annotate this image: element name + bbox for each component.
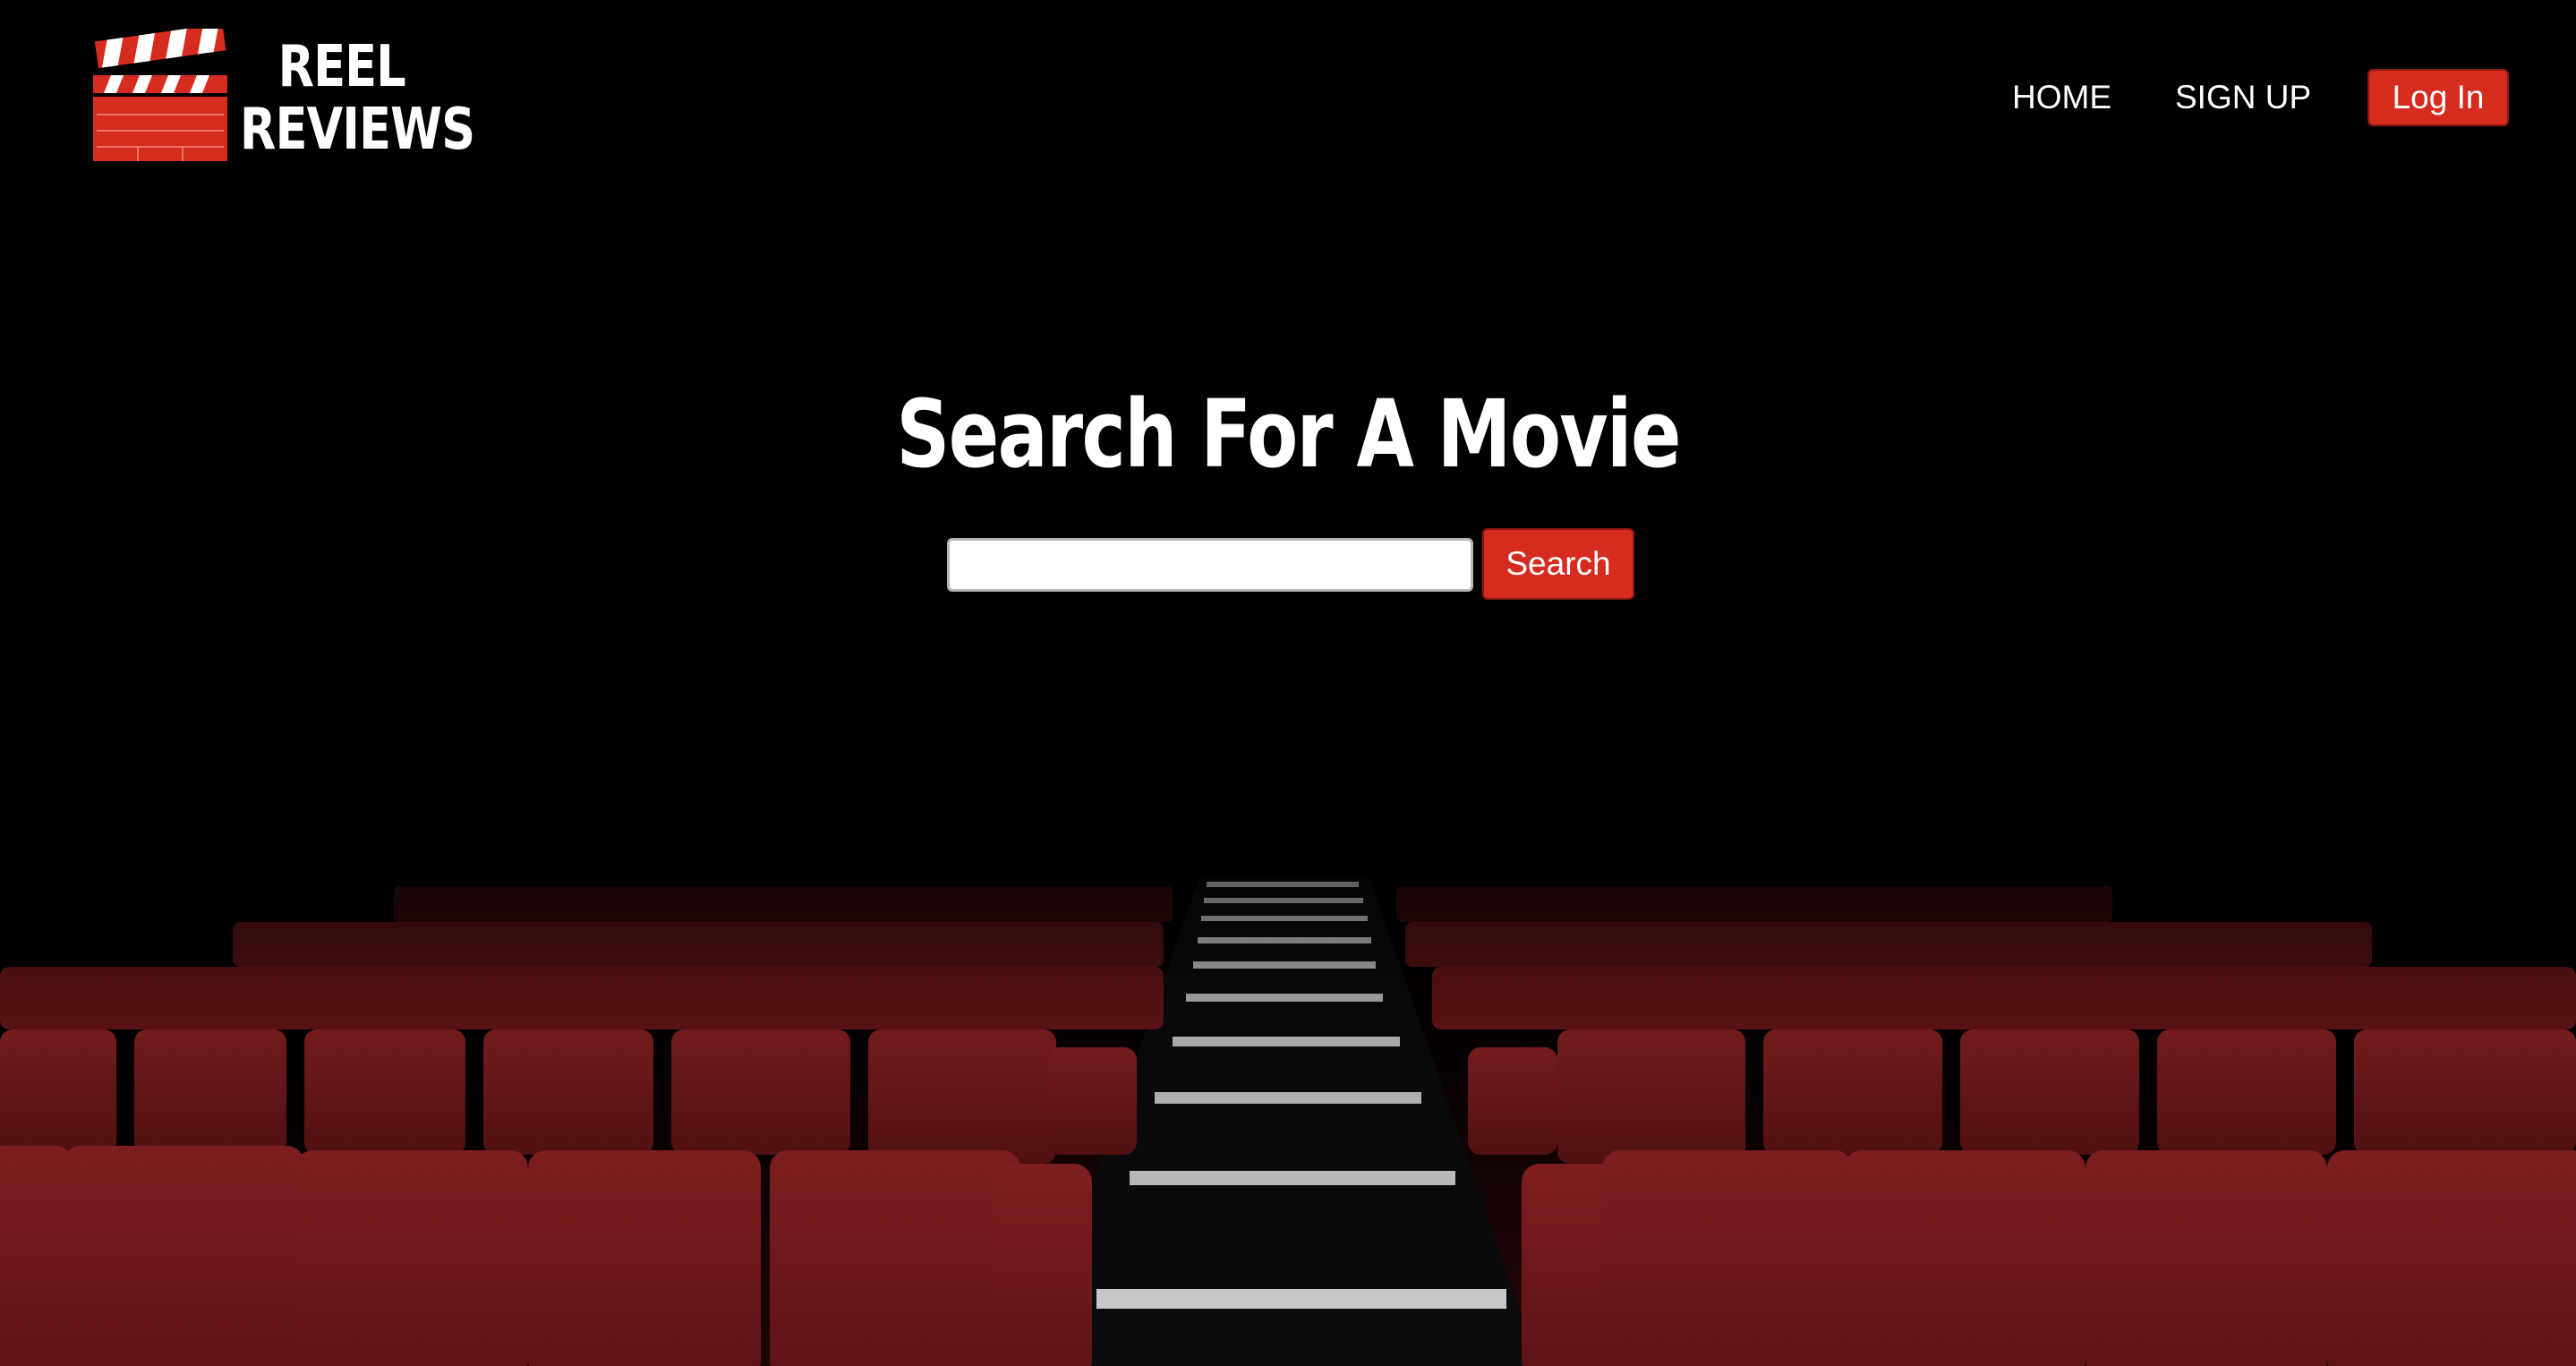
movie-search-input[interactable]: [947, 538, 1473, 592]
nav-home-link[interactable]: HOME: [2012, 79, 2111, 116]
brand-logo[interactable]: REEL REVIEWS: [90, 29, 483, 163]
nav-signup-link[interactable]: SIGN UP: [2175, 79, 2311, 116]
login-button[interactable]: Log In: [2367, 69, 2509, 126]
page-title-text: Search For A Movie: [896, 380, 1681, 489]
page: REEL REVIEWS HOME SIGN UP Log In Search …: [0, 0, 2576, 1366]
brand-name-line1: REEL: [277, 34, 406, 100]
brand-name-line2: REVIEWS: [240, 97, 475, 163]
brand-name: REEL REVIEWS: [240, 34, 475, 163]
clapperboard-icon: [93, 29, 227, 161]
site-header: REEL REVIEWS HOME SIGN UP Log In: [0, 0, 2576, 197]
search-button[interactable]: Search: [1482, 528, 1634, 600]
theater-background-image: [0, 0, 2576, 1366]
page-title: Search For A Movie: [0, 376, 2576, 492]
